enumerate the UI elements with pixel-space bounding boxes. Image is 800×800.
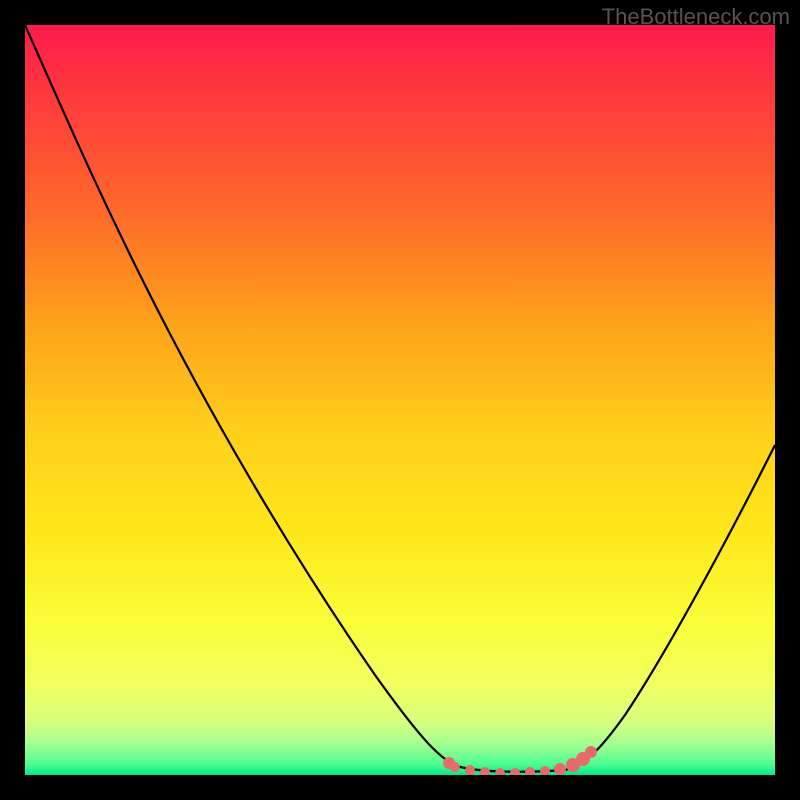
plot-area	[25, 25, 775, 775]
watermark-text: TheBottleneck.com	[602, 4, 790, 30]
optimal-zone-markers	[443, 746, 597, 775]
bottleneck-curve-line	[25, 25, 775, 772]
curve-svg	[25, 25, 775, 775]
